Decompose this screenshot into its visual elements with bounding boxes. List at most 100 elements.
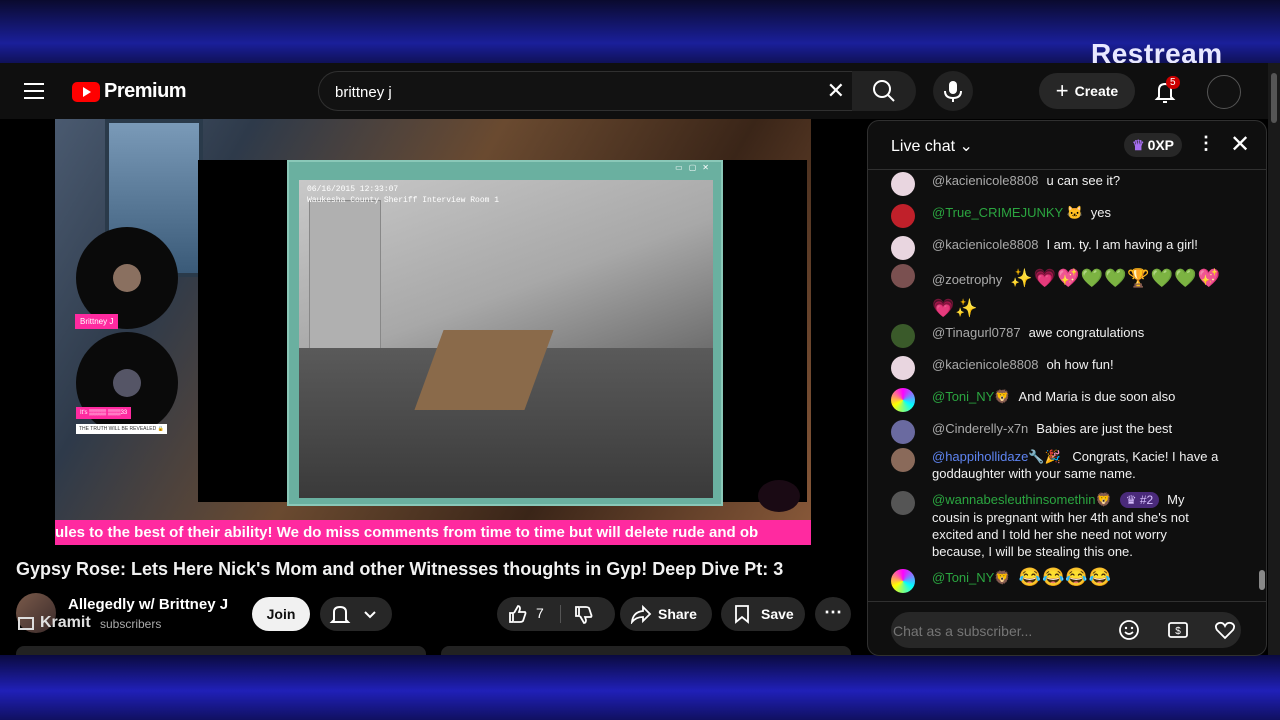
window-controls: ▭▢✕	[675, 163, 715, 172]
video-player[interactable]: ▭▢✕ 06/16/2015 12:33:07 Waukesha County …	[55, 119, 811, 545]
chat-message: @Toni_NY🦁 😂😂😂😂	[891, 567, 1113, 593]
interview-window: ▭▢✕ 06/16/2015 12:33:07 Waukesha County …	[287, 160, 723, 506]
message-text: awe congratulations	[1028, 325, 1145, 340]
message-author[interactable]: @Cinderelly-x7n	[932, 420, 1028, 437]
svg-text:$: $	[1175, 626, 1181, 637]
author-avatar	[891, 356, 915, 380]
chat-title: Live chat	[891, 138, 956, 155]
member-rank-value: #2	[1139, 493, 1154, 507]
message-author[interactable]: @Toni_NY🦁	[932, 388, 1011, 405]
page-scrollbar[interactable]	[1268, 63, 1280, 655]
author-avatar	[891, 264, 915, 288]
message-author[interactable]: @Tinagurl0787	[932, 324, 1021, 341]
video-title: Gypsy Rose: Lets Here Nick's Mom and oth…	[16, 559, 784, 579]
author-avatar	[891, 388, 915, 412]
like-divider	[560, 605, 561, 623]
author-avatar	[891, 420, 915, 444]
message-author[interactable]: @kacienicole8808	[932, 356, 1038, 373]
cast-overlay-label: Kramit	[18, 614, 91, 632]
message-text: u can see it?	[1046, 173, 1121, 188]
ticker-banner: ules to the best of their ability! We do…	[55, 520, 811, 545]
cast-overlay-text: Kramit	[40, 614, 91, 631]
bell-icon	[329, 605, 376, 623]
chat-message: @kacienicole8808 oh how fun!	[891, 356, 1114, 380]
author-avatar	[891, 491, 915, 515]
camera-timestamp: 06/16/2015 12:33:07 Waukesha County Sher…	[307, 184, 499, 206]
author-avatar	[891, 324, 915, 348]
chat-message: @Tinagurl0787 awe congratulations	[891, 324, 1144, 348]
member-rank-badge: ♛ #2	[1119, 492, 1160, 508]
voice-search-button[interactable]	[933, 71, 973, 111]
create-button[interactable]: + Create	[1039, 73, 1135, 109]
live-chat-panel: Live chat ⌄ ♛ 0XP ⋮ ✕ @kacienicole8808 u c…	[867, 120, 1267, 656]
message-text: 😂😂😂😂	[1018, 567, 1113, 587]
chat-menu-icon[interactable]: ⋮	[1197, 133, 1215, 154]
chat-message: @Cinderelly-x7n Babies are just the best	[891, 420, 1172, 444]
search-input[interactable]	[333, 72, 807, 112]
interview-footage: 06/16/2015 12:33:07 Waukesha County Sher…	[299, 180, 713, 498]
subscriber-count: subscribers	[100, 617, 162, 631]
chat-message: @kacienicole8808 u can see it?	[891, 172, 1120, 196]
message-author[interactable]: @True_CRIMEJUNKY 🐱	[932, 204, 1083, 221]
youtube-play-icon	[72, 81, 100, 102]
save-button[interactable]: Save	[721, 597, 805, 631]
message-author[interactable]: @wannabesleuthinsomethin🦁	[932, 492, 1112, 507]
subscription-bell-button[interactable]	[320, 597, 392, 631]
message-text: I am. ty. I am having a girl!	[1046, 237, 1198, 252]
logo-text: Premium	[104, 80, 187, 102]
chat-scrollbar[interactable]	[1259, 170, 1265, 590]
search-box: ✕	[318, 71, 853, 112]
channel-name[interactable]: Allegedly w/ Brittney J	[68, 596, 228, 613]
search-button[interactable]	[852, 71, 916, 111]
author-avatar	[891, 236, 915, 260]
super-chat-icon[interactable]: $	[1167, 619, 1189, 641]
guest-name-tag: Brittney J	[75, 314, 119, 329]
timestamp-room: Waukesha County Sheriff Interview Room 1	[307, 196, 500, 205]
masthead: Premium ✕ + Create 5	[0, 63, 1268, 119]
chat-message: @wannabesleuthinsomethin🦁 ♛ #2 My cousin i…	[891, 491, 1221, 560]
guest-name-tag: It's ▒▒▒▒ ▒▒▒33	[76, 407, 132, 419]
mask-logo	[758, 480, 800, 512]
dislike-icon[interactable]	[573, 604, 595, 626]
author-avatar	[891, 172, 915, 196]
guest-face	[113, 369, 141, 397]
menu-icon[interactable]	[24, 83, 44, 99]
share-label: Share	[658, 606, 697, 622]
message-author[interactable]: @kacienicole8808	[932, 236, 1038, 253]
author-avatar	[891, 448, 915, 472]
message-author[interactable]: @kacienicole8808	[932, 172, 1038, 189]
xp-value: 0XP	[1147, 137, 1175, 153]
guest-face	[113, 264, 141, 292]
like-icon[interactable]	[507, 603, 529, 625]
xp-badge[interactable]: ♛ 0XP	[1124, 133, 1183, 157]
chat-mode-dropdown[interactable]: Live chat ⌄	[891, 136, 973, 156]
account-avatar[interactable]	[1207, 75, 1241, 109]
message-author[interactable]: @Toni_NY🦁	[932, 569, 1011, 586]
join-button[interactable]: Join	[252, 597, 310, 631]
youtube-logo[interactable]: Premium	[72, 80, 187, 103]
recommendation-box[interactable]	[441, 646, 851, 655]
guest-caption: THE TRUTH WILL BE REVEALED 🔒	[76, 424, 167, 434]
message-author[interactable]: @happihollidaze🔧🎉	[932, 449, 1061, 464]
search-icon	[873, 80, 895, 102]
description-box[interactable]	[16, 646, 426, 655]
bookmark-icon	[735, 605, 749, 624]
desktop-background	[0, 655, 1280, 720]
share-icon	[630, 604, 652, 624]
microphone-icon	[944, 81, 962, 102]
author-avatar	[891, 204, 915, 228]
heart-icon[interactable]	[1214, 619, 1236, 641]
create-label: Create	[1074, 83, 1119, 99]
timestamp-date: 06/16/2015 12:33:07	[307, 185, 399, 194]
clear-search-icon[interactable]: ✕	[827, 80, 845, 102]
close-chat-icon[interactable]: ✕	[1230, 130, 1250, 159]
plus-icon: +	[1055, 78, 1069, 103]
screen-icon	[18, 616, 34, 630]
chat-input[interactable]	[891, 612, 1145, 650]
more-actions-button[interactable]: ⋯	[815, 597, 851, 631]
message-author[interactable]: @zoetrophy	[932, 272, 1002, 287]
share-button[interactable]: Share	[620, 597, 712, 631]
save-label: Save	[761, 606, 794, 622]
emoji-icon[interactable]	[1118, 619, 1140, 641]
ticker-text: ules to the best of their ability! We do…	[55, 524, 759, 541]
